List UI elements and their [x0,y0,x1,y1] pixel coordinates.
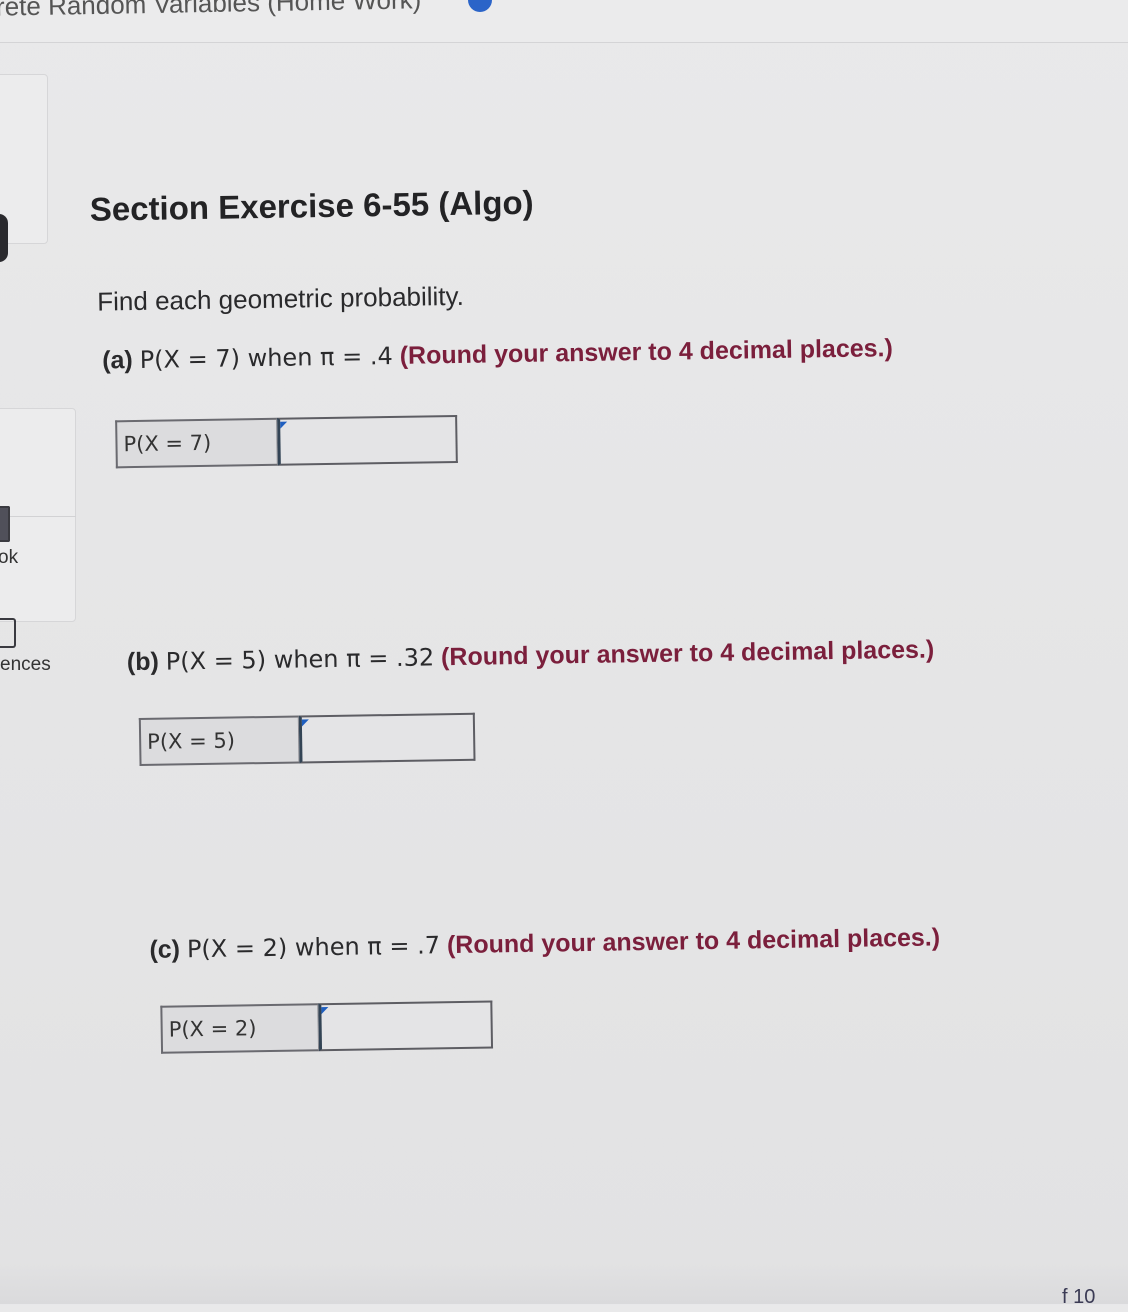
answer-row-c: P(X = 2) [160,1000,494,1054]
rounding-instruction: (Round your answer to 4 decimal places.) [399,334,894,370]
rounding-instruction: (Round your answer to 4 decimal places.) [446,923,941,960]
answer-row-b: P(X = 5) [138,712,476,766]
question-c: (c) P(X = 2) when π = .7 (Round your ans… [149,923,940,964]
question-b: (b) P(X = 5) when π = .32 (Round your an… [127,636,935,678]
question-a: (a) P(X = 7) when π = .4 (Round your ans… [102,334,893,375]
question-part-label: (b) [126,647,160,677]
answer-input-a[interactable] [277,414,458,466]
question-expression: P(X = 2) when π = .7 [186,931,441,964]
answer-label: P(X = 5) [138,715,300,766]
answer-label: P(X = 2) [160,1003,320,1054]
answer-input-b[interactable] [298,712,476,764]
exercise-prompt: Find each geometric probability. [97,280,465,317]
exercise-content: Section Exercise 6-55 (Algo) Find each g… [0,0,1128,1312]
page-indicator: f 10 [1062,1286,1096,1308]
rounding-instruction: (Round your answer to 4 decimal places.) [440,635,935,672]
bottom-navigation-bar [0,1262,1128,1304]
question-part-label: (a) [101,346,133,375]
page-title: Section Exercise 6-55 (Algo) [89,183,534,228]
question-expression: P(X = 5) when π = .32 [165,643,435,676]
answer-input-c[interactable] [318,1000,494,1052]
question-part-label: (c) [149,935,181,964]
question-expression: P(X = 7) when π = .4 [139,341,393,374]
answer-row-a: P(X = 7) [115,414,458,469]
answer-label: P(X = 7) [115,417,278,469]
